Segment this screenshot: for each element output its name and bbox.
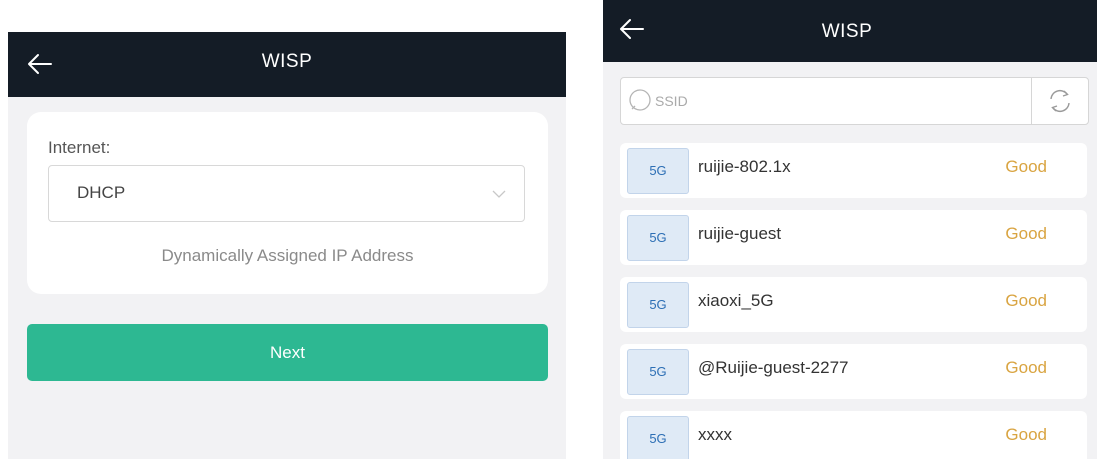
band-badge: 5G [627,215,689,261]
signal-strength: Good [1005,224,1047,243]
header-bar: WISP [603,0,1097,62]
ssid-search-bar [620,77,1089,125]
band-badge: 5G [627,349,689,395]
internet-settings-card: Internet: DHCP Dynamically Assigned IP A… [27,112,548,294]
internet-type-value: DHCP [77,183,126,202]
signal-strength: Good [1005,157,1047,176]
next-button[interactable]: Next [27,324,548,381]
network-list-item[interactable]: 5G @Ruijie-guest-2277 Good [620,344,1087,399]
network-ssid: ruijie-802.1x [698,157,791,176]
header-bar: WISP [8,32,566,97]
signal-strength: Good [1005,358,1047,377]
search-icon [628,88,652,112]
band-badge: 5G [627,148,689,194]
refresh-button[interactable] [1031,78,1088,124]
network-ssid: @Ruijie-guest-2277 [698,358,849,377]
network-list-item[interactable]: 5G ruijie-guest Good [620,210,1087,265]
internet-label: Internet: [48,138,111,157]
page-title: WISP [261,51,313,72]
network-ssid: ruijie-guest [698,224,782,243]
network-list: 5G ruijie-802.1x Good 5G ruijie-guest Go… [620,143,1087,459]
network-list-item[interactable]: 5G ruijie-802.1x Good [620,143,1087,198]
chevron-down-icon [492,187,506,199]
network-ssid: xxxx [698,425,732,444]
internet-type-hint: Dynamically Assigned IP Address [161,246,414,265]
signal-strength: Good [1005,425,1047,444]
signal-strength: Good [1005,291,1047,310]
wisp-internet-screen: WISP Internet: DHCP Dynamically Assigned… [8,32,566,459]
ssid-search-input[interactable] [653,86,1017,116]
refresh-icon [1050,89,1070,113]
network-list-item[interactable]: 5G xiaoxi_5G Good [620,277,1087,332]
wisp-network-list-screen: WISP 5G ruijie-802.1x Good 5G ruij [603,0,1097,459]
network-ssid: xiaoxi_5G [698,291,774,310]
band-badge: 5G [627,416,689,459]
band-badge: 5G [627,282,689,328]
internet-type-select[interactable]: DHCP [48,165,525,222]
page-title: WISP [821,21,873,42]
network-list-item[interactable]: 5G xxxx Good [620,411,1087,459]
